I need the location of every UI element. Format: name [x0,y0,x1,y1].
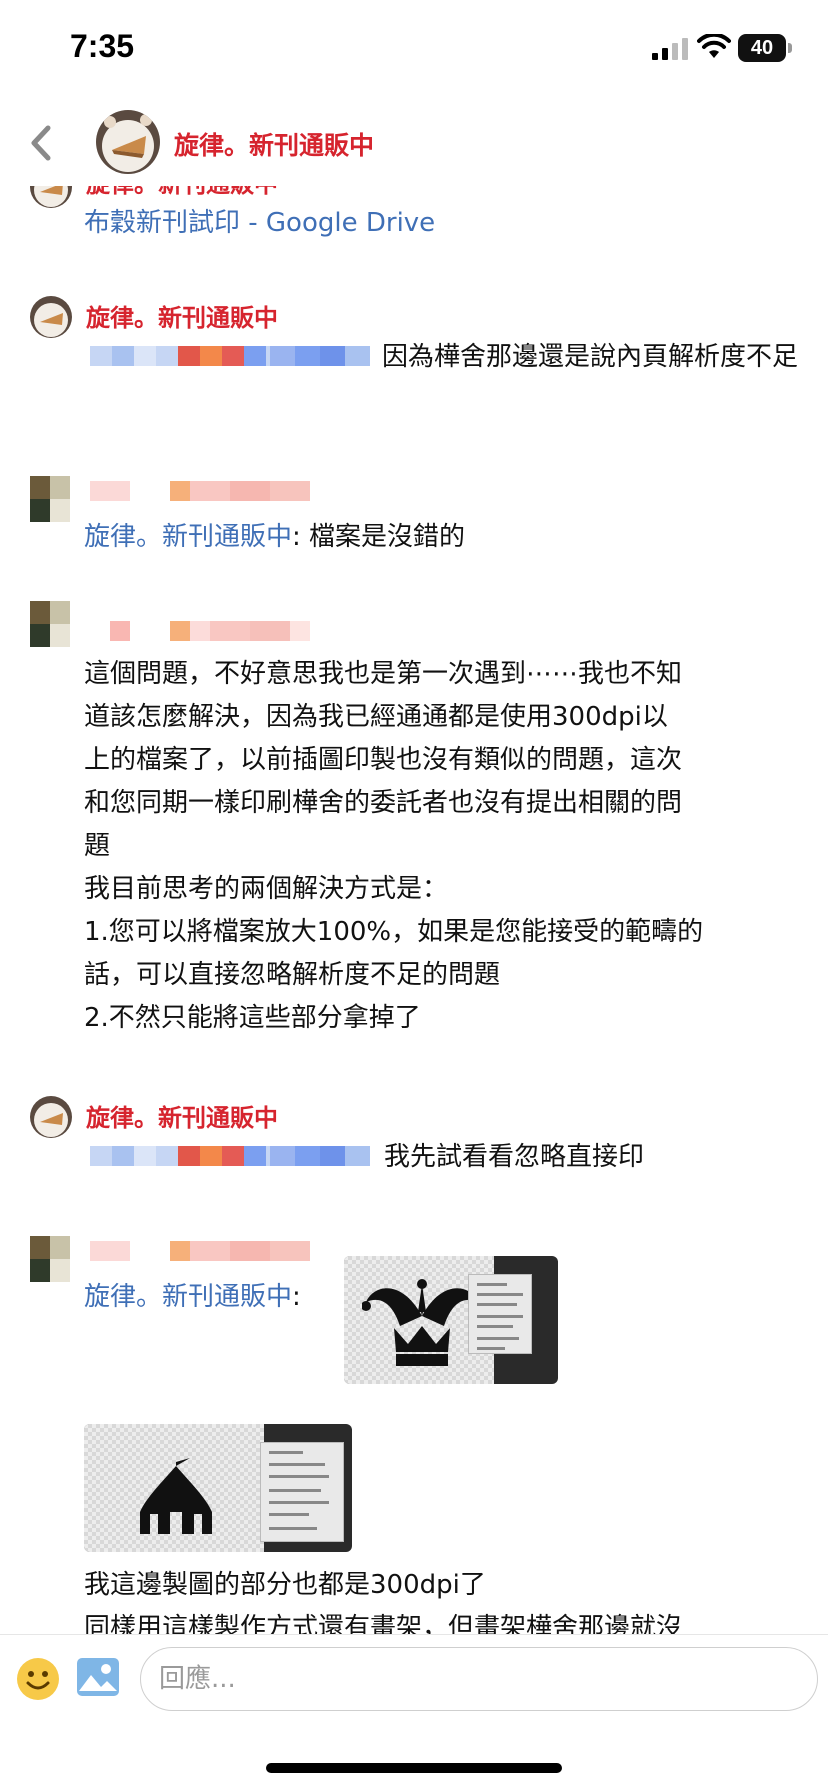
chevron-left-icon[interactable] [26,122,56,164]
text-line: 題 [84,831,111,861]
chat-header: 旋律。新刊通販中 [0,100,828,186]
sender-name: 旋律。新刊通販中 [86,304,278,332]
photo-icon[interactable] [76,1657,120,1697]
reply-composer [0,1634,828,1734]
message-text: 我先試看看忽略直接印 [384,1142,645,1172]
battery-cap [788,43,792,53]
circus-tent-image [140,1452,212,1534]
text-line: 這個問題，不好意思我也是第一次遇到⋯⋯我也不知 [84,659,683,689]
redacted-sender [90,1241,310,1261]
message-text: 因為樺舍那邊還是說內頁解析度不足 [382,342,799,372]
avatar[interactable] [30,186,72,208]
quoted-message: 旋律。新刊通販中: 檔案是沒錯的 [84,516,804,559]
text-line: 2.不然只能將這些部分拿掉了 [84,1003,421,1033]
message-item: 旋律。新刊通販中: 檔案是沒錯的 [0,476,828,586]
status-time: 7:35 [70,28,135,64]
status-bar: 7:35 40 [0,0,828,100]
message-item: 旋律。新刊通販中 我先試看看忽略直接印 [0,1096,828,1206]
message-text: 我這邊製圖的部分也都是300dpi了 同樣用這樣製作方式還有畫架，但畫架樺舍那邊… [84,1564,824,1634]
dialog-screenshot [468,1274,532,1354]
battery-icon: 40 [738,34,786,62]
avatar[interactable] [30,1096,72,1138]
sender-name: 旋律。新刊通販中 [86,1104,278,1132]
emoji-icon[interactable] [16,1657,60,1701]
message-item: 旋律。新刊通販中 因為樺舍那邊還是說內頁解析度不足 [0,296,828,446]
message-list[interactable]: 旋律。新刊通販中 布穀新刊試印 - Google Drive 旋律。新刊通販中 … [0,186,828,1634]
text-line: 上的檔案了，以前插圖印製也沒有類似的問題，這次 [84,745,683,775]
sender-name: 旋律。新刊通販中 [86,186,278,199]
text-line: 和您同期一樣印刷樺舍的委託者也沒有提出相關的問 [84,788,683,818]
drive-link[interactable]: 布穀新刊試印 - Google Drive [84,202,804,245]
wifi-icon [697,34,731,58]
avatar[interactable] [96,110,160,174]
message-text: 這個問題，不好意思我也是第一次遇到⋯⋯我也不知 道該怎麼解決，因為我已經通通都是… [84,653,824,1040]
message-item: 旋律。新刊通販中: 我這邊製圖的部分也都是300dpi了 同樣用這樣製作方式還有… [0,1236,828,1634]
avatar[interactable] [30,296,72,338]
jester-hat-image [362,1279,482,1366]
quote-separator: : [292,522,310,552]
signal-icon [652,38,688,60]
text-line: 同樣用這樣製作方式還有畫架，但畫架樺舍那邊就沒 [84,1613,683,1634]
quoted-message: 旋律。新刊通販中: [84,1276,344,1319]
quote-sender-link[interactable]: 旋律。新刊通販中 [84,1282,292,1312]
home-indicator[interactable] [266,1763,562,1773]
redacted-sender [90,481,310,501]
text-line: 道該怎麼解決，因為我已經通通都是使用300dpi以 [84,702,668,732]
message-item: 旋律。新刊通販中 布穀新刊試印 - Google Drive [0,186,828,246]
avatar[interactable] [30,476,70,522]
message-item: 這個問題，不好意思我也是第一次遇到⋯⋯我也不知 道該怎麼解決，因為我已經通通都是… [0,601,828,1061]
dialog-screenshot [260,1442,344,1542]
avatar[interactable] [30,1236,70,1282]
quote-text: 檔案是沒錯的 [309,522,466,552]
avatar[interactable] [30,601,70,647]
image-thumbnail[interactable] [84,1424,352,1552]
reply-input[interactable] [140,1647,818,1711]
text-line: 1.您可以將檔案放大100%，如果是您能接受的範疇的 [84,917,704,947]
app-screen: 7:35 40 旋律。新刊通販中 布穀新刊試印 - Google Drive 旋… [0,0,828,1792]
text-line: 我目前思考的兩個解決方式是： [84,874,449,904]
image-thumbnail[interactable] [344,1256,558,1384]
text-line: 我這邊製圖的部分也都是300dpi了 [84,1570,486,1600]
quote-sender-link[interactable]: 旋律。新刊通販中 [84,522,292,552]
quote-separator: : [292,1282,301,1312]
redacted-sender [90,621,330,641]
text-line: 話，可以直接忽略解析度不足的問題 [84,960,501,990]
page-title: 旋律。新刊通販中 [174,131,375,160]
